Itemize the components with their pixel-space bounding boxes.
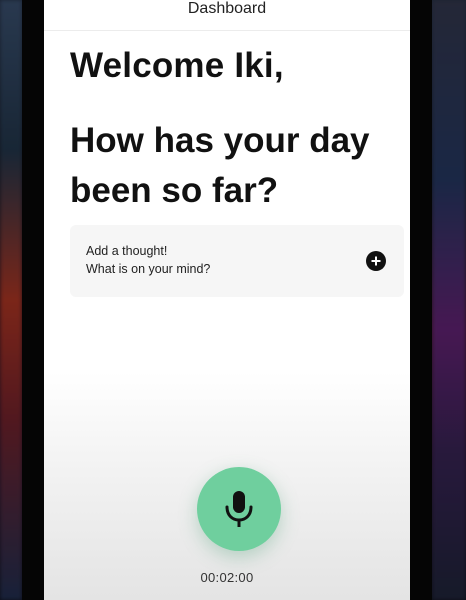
plus-glyph: [371, 256, 381, 266]
app-screen: Dashboard Welcome Iki, How has your day …: [44, 0, 410, 600]
recording-timer: 00:02:00: [200, 570, 254, 585]
navigation-bar: Dashboard: [44, 0, 410, 31]
plus-circle-icon[interactable]: [366, 251, 386, 271]
phone-frame: Dashboard Welcome Iki, How has your day …: [22, 0, 432, 600]
microphone-icon: [225, 491, 253, 527]
day-question-heading: How has your day been so far?: [70, 121, 370, 210]
add-thought-label: Add a thought!: [86, 244, 168, 258]
page-title: Dashboard: [187, 0, 267, 17]
record-mic-button[interactable]: [197, 467, 281, 551]
add-thought-prompt: What is on your mind?: [86, 262, 211, 276]
add-thought-card[interactable]: Add a thought! What is on your mind?: [70, 225, 404, 297]
background-glow-left: [0, 0, 22, 600]
background-glow-right: [432, 0, 466, 600]
welcome-heading: Welcome Iki,: [70, 46, 284, 85]
